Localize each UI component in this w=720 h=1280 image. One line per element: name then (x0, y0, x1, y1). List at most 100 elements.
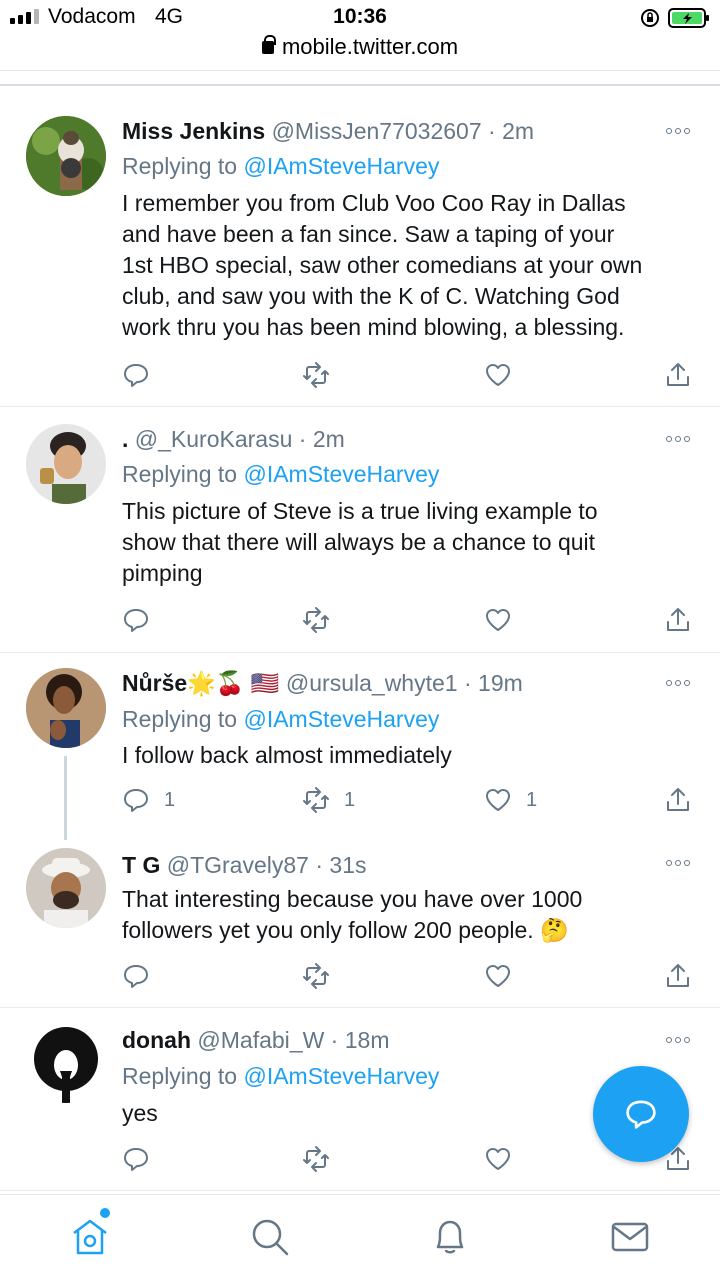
more-icon[interactable] (666, 1037, 692, 1045)
share-button[interactable] (664, 361, 692, 389)
like-button[interactable] (484, 606, 526, 634)
like-icon (486, 1148, 510, 1170)
retweet-button[interactable] (302, 962, 344, 990)
more-icon[interactable] (666, 436, 692, 444)
display-name[interactable]: Miss Jenkins (122, 118, 265, 144)
timestamp[interactable]: 18m (345, 1027, 390, 1053)
reply-button[interactable] (122, 606, 164, 634)
user-handle[interactable]: @_KuroKarasu (135, 426, 293, 452)
timestamp[interactable]: 31s (329, 852, 366, 878)
tweet-actions (122, 606, 702, 636)
replying-prefix: Replying to (122, 706, 238, 732)
user-handle[interactable]: @MissJen77032607 (272, 118, 482, 144)
avatar[interactable] (26, 116, 106, 196)
more-icon[interactable] (666, 128, 692, 136)
user-handle[interactable]: @ursula_whyte1 (286, 670, 458, 696)
url-text: mobile.twitter.com (281, 34, 459, 59)
retweet-button[interactable]: 1 (302, 786, 355, 814)
divider (0, 84, 720, 86)
display-name[interactable]: Nůrše (122, 670, 187, 696)
avatar[interactable] (26, 848, 106, 928)
timestamp[interactable]: 2m (313, 426, 345, 452)
text-line: followers yet you only follow 200 people… (122, 917, 569, 943)
reply-button[interactable] (122, 962, 164, 990)
compose-reply-button[interactable] (593, 1066, 689, 1162)
text-line: club, and saw you with the K of C. Watch… (122, 283, 620, 309)
tweet-header: donah @Mafabi_W · 18m (122, 1027, 660, 1054)
name-emoji: 🌟🍒 🇺🇸 (187, 670, 280, 696)
search-icon[interactable] (248, 1215, 292, 1259)
share-button[interactable] (664, 786, 692, 814)
reply-button[interactable] (122, 1145, 164, 1173)
url-bar[interactable]: mobile.twitter.com (0, 34, 720, 64)
share-icon (667, 788, 689, 811)
timestamp[interactable]: 2m (502, 118, 534, 144)
tweet-text: I remember you from Club Voo Coo Ray in … (122, 188, 702, 343)
user-handle[interactable]: @TGravely87 (167, 852, 309, 878)
tweet[interactable]: T G @TGravely87 · 31s That interesting b… (0, 844, 720, 1008)
notifications-icon[interactable] (428, 1215, 472, 1259)
text-line: I follow back almost immediately (122, 742, 452, 768)
text-line: work thru you has been mind blowing, a b… (122, 314, 625, 340)
battery-icon (668, 8, 709, 28)
more-icon[interactable] (666, 860, 692, 868)
tweet[interactable]: . @_KuroKarasu · 2m Replying to @IAmStev… (0, 408, 720, 653)
reply-icon (124, 609, 148, 632)
like-icon (486, 789, 510, 811)
reply-button[interactable]: 1 (122, 786, 175, 814)
like-button[interactable] (484, 962, 526, 990)
display-name[interactable]: T G (122, 852, 160, 878)
replying-to: Replying to @IAmSteveHarvey (122, 1063, 439, 1090)
thread-connector (64, 756, 67, 840)
separator: · (463, 670, 472, 696)
tweet[interactable]: Miss Jenkins @MissJen77032607 · 2m Reply… (0, 100, 720, 407)
man-hat-avatar-image (26, 848, 106, 928)
reply-icon (124, 789, 148, 812)
tweet-text: This picture of Steve is a true living e… (122, 496, 702, 589)
replying-to-link[interactable]: @IAmSteveHarvey (243, 706, 439, 732)
like-button[interactable] (484, 361, 526, 389)
cat-avatar-image (26, 116, 106, 196)
separator: · (298, 426, 307, 452)
retweet-button[interactable] (302, 361, 344, 389)
user-handle[interactable]: @Mafabi_W (197, 1027, 324, 1053)
avatar[interactable] (26, 424, 106, 504)
timestamp[interactable]: 19m (478, 670, 523, 696)
text-line: show that there will always be a chance … (122, 529, 596, 555)
reply-count: 1 (164, 788, 176, 811)
replying-to: Replying to @IAmSteveHarvey (122, 706, 439, 733)
text-line: 1st HBO special, saw other comedians at … (122, 252, 643, 278)
avatar[interactable] (26, 1023, 106, 1103)
more-icon[interactable] (666, 680, 692, 688)
replying-prefix: Replying to (122, 153, 238, 179)
replying-to-link[interactable]: @IAmSteveHarvey (243, 153, 439, 179)
replying-to-link[interactable]: @IAmSteveHarvey (243, 1063, 439, 1089)
share-button[interactable] (664, 606, 692, 634)
reply-button[interactable] (122, 361, 164, 389)
retweet-button[interactable] (302, 606, 344, 634)
home-icon[interactable] (68, 1215, 112, 1259)
tweet-actions: 1 1 1 (122, 786, 702, 816)
replying-to: Replying to @IAmSteveHarvey (122, 153, 439, 180)
share-icon (667, 608, 689, 631)
compose-reply-icon (626, 1100, 656, 1129)
retweet-button[interactable] (302, 1145, 344, 1173)
display-name[interactable]: . (122, 426, 128, 452)
like-button[interactable]: 1 (484, 786, 537, 814)
share-button[interactable] (664, 962, 692, 990)
like-button[interactable] (484, 1145, 526, 1173)
messages-icon[interactable] (608, 1215, 652, 1259)
text-line: I remember you from Club Voo Coo Ray in … (122, 190, 626, 216)
tweet[interactable]: Nůrše🌟🍒 🇺🇸 @ursula_whyte1 · 19m Replying… (0, 654, 720, 844)
replying-to-link[interactable]: @IAmSteveHarvey (243, 461, 439, 487)
retweet-icon (303, 787, 329, 813)
text-line: That interesting because you have over 1… (122, 886, 583, 912)
tweet-actions (122, 962, 702, 992)
tweet-text: I follow back almost immediately (122, 740, 702, 771)
display-name[interactable]: donah (122, 1027, 191, 1053)
bottom-navigation (0, 1194, 720, 1280)
tweet-text: That interesting because you have over 1… (122, 884, 702, 946)
like-icon (486, 609, 510, 631)
text-line: This picture of Steve is a true living e… (122, 498, 598, 524)
avatar[interactable] (26, 668, 106, 748)
